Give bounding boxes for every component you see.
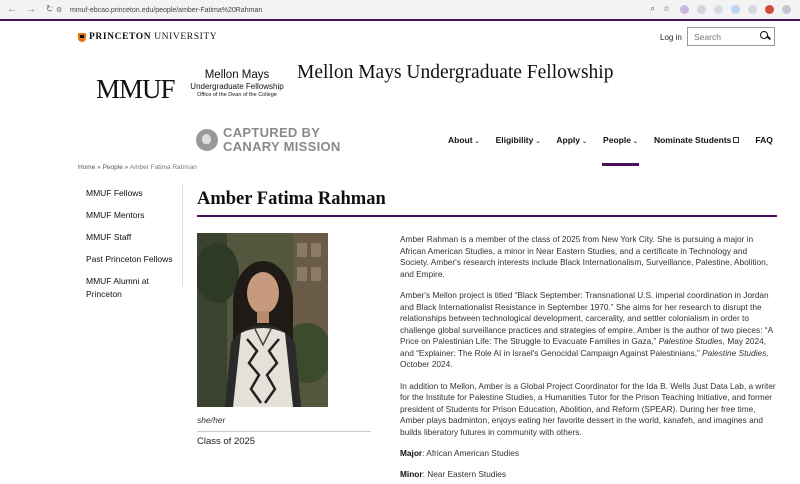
bio-paragraph: Amber's Mellon project is titled “Black … (400, 290, 773, 369)
title-underline (197, 215, 777, 217)
publication-title: Palestine Studies, (702, 347, 769, 358)
site-title[interactable]: Mellon Mays Undergraduate Fellowship (297, 62, 613, 84)
princeton-logo[interactable]: PRINCETON UNIVERSITY (78, 32, 217, 42)
main-nav: About ⌄ Eligibility ⌄ Apply ⌄ People ⌄ Nomin… (448, 135, 773, 166)
sidebar-item-past-fellows[interactable]: Past Princeton Fellows (86, 253, 182, 266)
major-field: Major: African American Studies (400, 448, 519, 458)
breadcrumb-home[interactable]: Home (78, 164, 95, 171)
bio-paragraph: In addition to Mellon, Amber is a Global… (400, 380, 776, 437)
chevron-down-icon: ⌄ (582, 139, 588, 145)
chevron-down-icon: ⌄ (632, 139, 638, 145)
search-box (687, 27, 775, 46)
extension-icon[interactable] (714, 5, 723, 14)
forward-icon[interactable]: → (24, 3, 38, 17)
extension-icon[interactable] (731, 5, 740, 14)
chevron-down-icon: ⌄ (474, 139, 480, 145)
page-title: Amber Fatima Rahman (197, 189, 386, 209)
pronouns: she/her (197, 415, 226, 425)
top-accent-bar (0, 19, 800, 21)
sidebar-divider (182, 184, 183, 286)
zoom-icon[interactable]: ⌕ (650, 4, 654, 14)
princeton-shield-icon (78, 32, 86, 42)
chevron-down-icon: ⌄ (535, 139, 541, 145)
extension-icon[interactable] (765, 5, 774, 14)
site-info-icon[interactable]: ⚙ (56, 6, 66, 14)
back-icon[interactable]: ← (5, 3, 19, 17)
profile-photo (197, 233, 328, 407)
profile-avatar[interactable] (782, 5, 791, 14)
nav-active-indicator (602, 163, 639, 166)
login-link[interactable]: Log in (660, 33, 682, 42)
sidebar-item-mmuf-fellows[interactable]: MMUF Fellows (86, 187, 182, 200)
sidebar: MMUF Fellows MMUF Mentors MMUF Staff Pas… (86, 187, 182, 310)
nav-nominate-students[interactable]: Nominate Students (654, 135, 740, 145)
search-input[interactable] (688, 29, 758, 44)
external-link-icon (733, 137, 740, 143)
minor-field: Minor: Near Eastern Studies (400, 468, 507, 479)
search-icon[interactable] (758, 30, 772, 44)
nav-about[interactable]: About ⌄ (448, 135, 480, 145)
extension-icon[interactable] (697, 5, 706, 14)
address-url[interactable]: mmuf-ebcao.princeton.edu/people/amber-Fa… (70, 7, 262, 14)
breadcrumb-people[interactable]: People (103, 164, 123, 171)
nav-people[interactable]: People ⌄ (602, 135, 639, 166)
bookmark-star-icon[interactable]: ☆ (663, 4, 670, 14)
nav-faq[interactable]: FAQ (755, 135, 772, 145)
sidebar-item-alumni[interactable]: MMUF Alumni at Princeton (86, 275, 182, 301)
nav-apply[interactable]: Apply ⌄ (556, 135, 587, 145)
extension-icon[interactable] (680, 5, 689, 14)
canary-mission-watermark: CAPTURED BY CANARY MISSION (196, 126, 341, 154)
mellon-mays-wordmark[interactable]: Mellon Mays Undergraduate Fellowship Off… (187, 69, 287, 98)
address-bar-actions: ⌕ ☆ (650, 4, 670, 14)
class-year: Class of 2025 (197, 436, 256, 447)
photo-divider (197, 431, 371, 432)
canary-bird-icon (196, 129, 218, 151)
sidebar-item-mmuf-mentors[interactable]: MMUF Mentors (86, 209, 182, 222)
profile-bio: Amber Rahman is a member of the class of… (400, 234, 778, 484)
publication-title: Palestine Studies, (658, 336, 725, 346)
sidebar-item-mmuf-staff[interactable]: MMUF Staff (86, 231, 182, 244)
breadcrumb-current: Amber Fatima Rahman (129, 164, 197, 171)
extension-icon[interactable] (748, 5, 757, 14)
bio-paragraph: Amber Rahman is a member of the class of… (400, 234, 769, 279)
nav-eligibility[interactable]: Eligibility ⌄ (496, 135, 541, 145)
address-bar[interactable]: ⚙ mmuf-ebcao.princeton.edu/people/amber-… (52, 3, 672, 17)
breadcrumb: Home » People » Amber Fatima Rahman (78, 164, 197, 171)
mmuf-logo[interactable]: MMUF (96, 74, 176, 105)
